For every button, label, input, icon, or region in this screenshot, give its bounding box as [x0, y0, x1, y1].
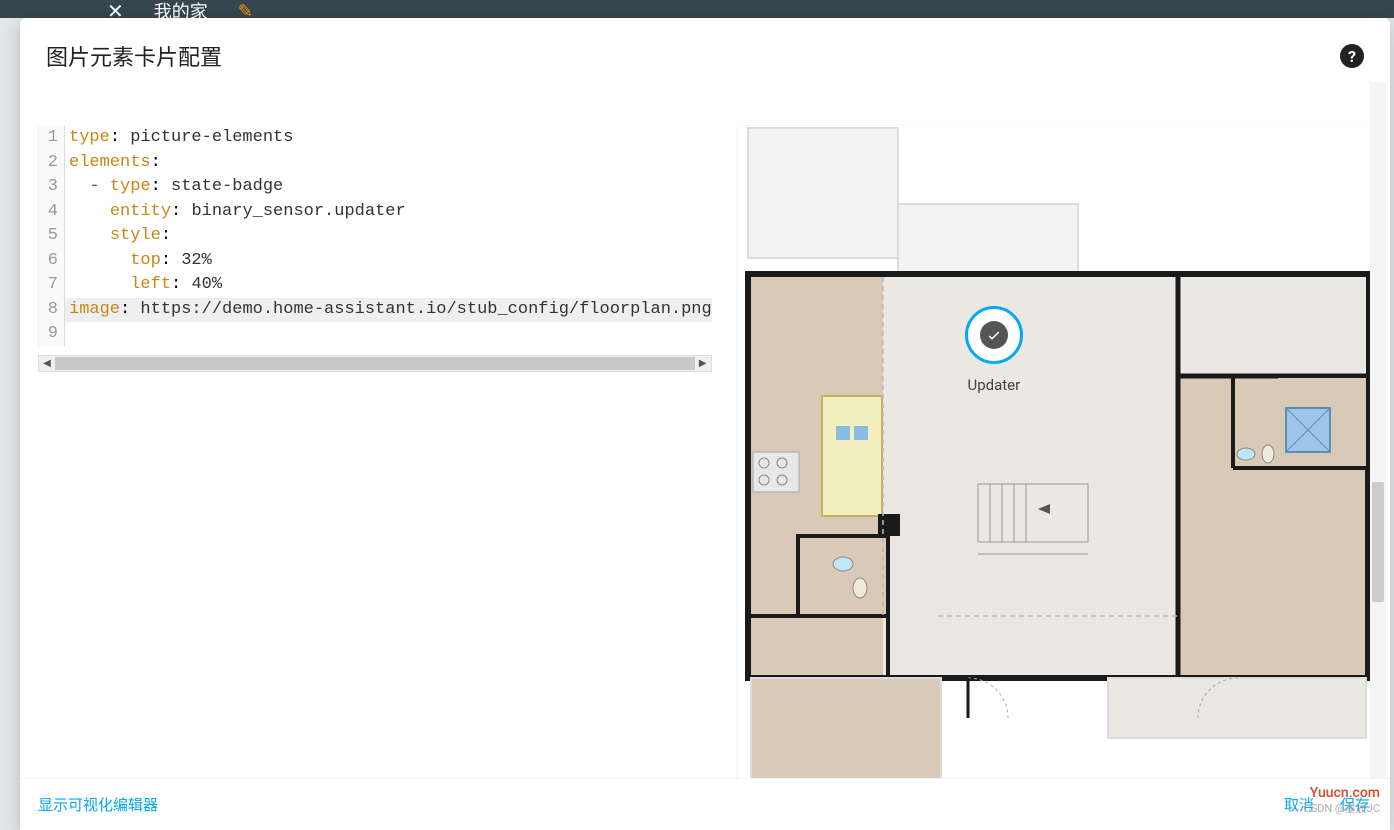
vertical-scrollbar-thumb[interactable] — [1372, 482, 1384, 602]
show-visual-editor-link[interactable]: 显示可视化编辑器 — [38, 794, 158, 815]
dialog-footer: 显示可视化编辑器 取消 保存 — [20, 778, 1390, 830]
help-icon[interactable]: ? — [1340, 44, 1364, 68]
dialog-header: 图片元素卡片配置 ? — [20, 18, 1390, 82]
state-badge-label: Updater — [965, 376, 1023, 394]
card-config-dialog: 图片元素卡片配置 ? 123456789 type: picture-eleme… — [20, 18, 1390, 830]
yaml-editor-pane: 123456789 type: picture-elementselements… — [38, 82, 712, 778]
cancel-button[interactable]: 取消 — [1282, 790, 1316, 819]
yaml-editor[interactable]: 123456789 type: picture-elementselements… — [38, 126, 712, 347]
check-icon — [980, 321, 1008, 349]
scroll-right-arrow[interactable]: ▶ — [695, 356, 711, 371]
dialog-body: 123456789 type: picture-elementselements… — [20, 82, 1390, 778]
horizontal-scrollbar[interactable]: ◀ ▶ — [38, 355, 712, 372]
picture-elements-card[interactable]: Updater — [738, 126, 1378, 778]
state-badge-circle[interactable] — [965, 306, 1023, 364]
dialog-title: 图片元素卡片配置 — [46, 40, 222, 72]
save-button[interactable]: 保存 — [1338, 790, 1372, 819]
scrollbar-thumb[interactable] — [55, 357, 695, 370]
floorplan-image — [738, 126, 1378, 778]
scroll-left-arrow[interactable]: ◀ — [39, 356, 55, 371]
state-badge[interactable]: Updater — [965, 306, 1023, 394]
preview-pane: Updater — [730, 82, 1386, 778]
yaml-code[interactable]: type: picture-elementselements: - type: … — [65, 126, 712, 347]
vertical-scrollbar[interactable] — [1370, 82, 1386, 778]
line-number-gutter: 123456789 — [39, 126, 65, 347]
